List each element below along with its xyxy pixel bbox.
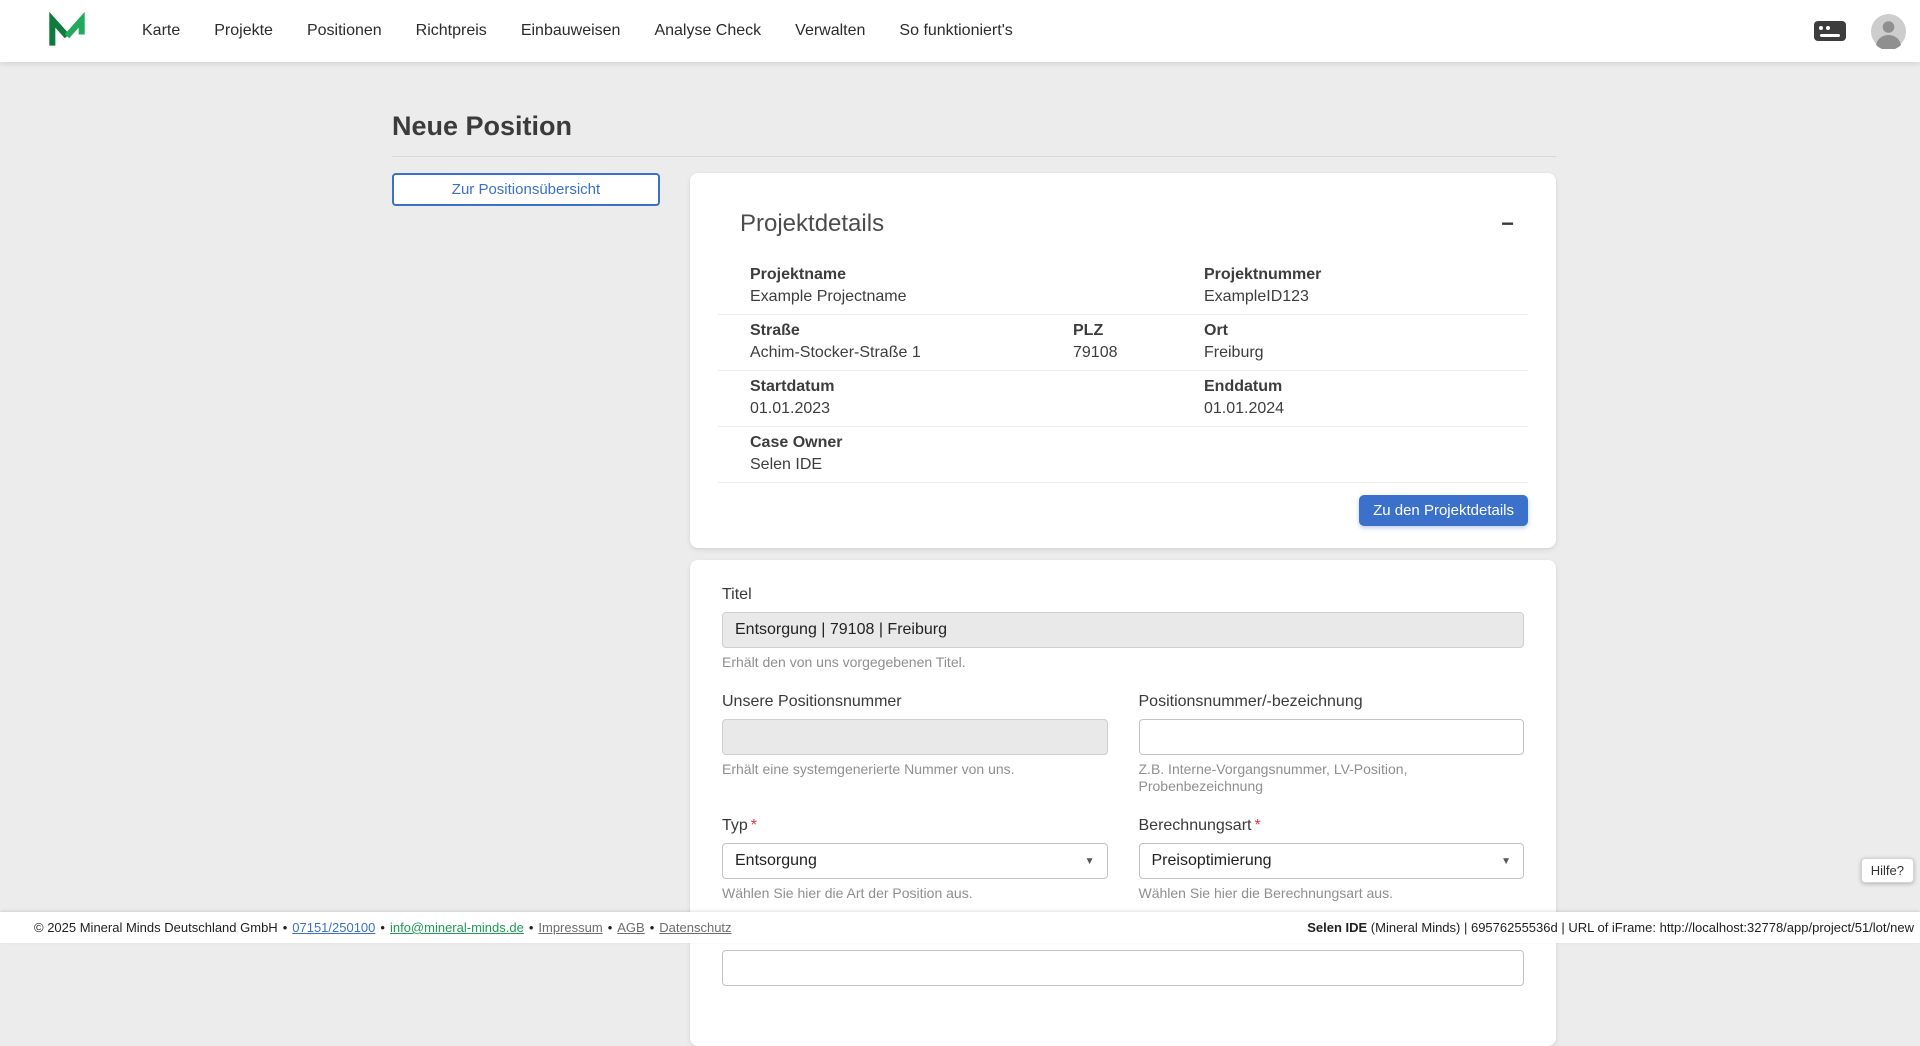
titel-field: Titel Erhält den von uns vorgegebenen Ti… — [722, 586, 1524, 671]
nav-item-karte[interactable]: Karte — [142, 22, 180, 40]
nav-item-so-funktionierts[interactable]: So funktioniert's — [899, 22, 1012, 40]
main-content: Neue Position Zur Positionsübersicht Pro… — [0, 0, 1920, 1046]
typ-select-value: Entsorgung — [735, 852, 817, 870]
footer-links: © 2025 Mineral Minds Deutschland GmbH • … — [34, 920, 732, 935]
datenschutz-link[interactable]: Datenschutz — [659, 920, 731, 935]
startdatum-value: 01.01.2023 — [750, 399, 1204, 419]
enddatum-label: Enddatum — [1204, 377, 1528, 397]
typ-helper: Wählen Sie hier die Art der Position aus… — [722, 885, 1108, 902]
main-nav: Karte Projekte Positionen Richtpreis Ein… — [142, 22, 1013, 40]
separator: • — [283, 920, 288, 935]
chevron-down-icon: ▼ — [1501, 856, 1511, 867]
separator: • — [380, 920, 385, 935]
title-divider — [392, 156, 1556, 157]
projektnummer-value: ExampleID123 — [1204, 287, 1528, 307]
table-row: Startdatum 01.01.2023 Enddatum 01.01.202… — [718, 371, 1528, 427]
ort-label: Ort — [1204, 321, 1528, 341]
positionsnummer-helper: Z.B. Interne-Vorgangsnummer, LV-Position… — [1139, 761, 1525, 795]
startdatum-label: Startdatum — [750, 377, 1204, 397]
titel-input — [722, 612, 1524, 648]
project-details-button[interactable]: Zu den Projektdetails — [1359, 495, 1528, 526]
phone-link[interactable]: 07151/250100 — [292, 920, 375, 935]
logo-icon — [48, 12, 86, 50]
page-title: Neue Position — [392, 110, 1556, 143]
nav-item-einbauweisen[interactable]: Einbauweisen — [521, 22, 621, 40]
unsere-positionsnummer-input — [722, 719, 1108, 755]
impressum-link[interactable]: Impressum — [538, 920, 602, 935]
email-link[interactable]: info@mineral-minds.de — [390, 920, 524, 935]
server-icon[interactable] — [1813, 20, 1847, 42]
user-avatar[interactable] — [1871, 14, 1906, 49]
strasse-value: Achim-Stocker-Straße 1 — [750, 343, 1073, 363]
titel-helper: Erhält den von uns vorgegebenen Titel. — [722, 654, 1524, 671]
logo[interactable] — [48, 12, 86, 50]
session-user: Selen IDE — [1307, 920, 1367, 935]
nav-item-positionen[interactable]: Positionen — [307, 22, 382, 40]
table-row: Case Owner Selen IDE — [718, 427, 1528, 483]
positionsnummer-field: Positionsnummer/-bezeichnung Z.B. Intern… — [1139, 693, 1525, 795]
plz-label: PLZ — [1073, 321, 1204, 341]
berechnungsart-label: Berechnungsart* — [1139, 817, 1525, 835]
titel-label: Titel — [722, 586, 1524, 604]
case-manager-input[interactable] — [722, 950, 1524, 986]
projektname-value: Example Projectname — [750, 287, 1204, 307]
collapse-icon[interactable]: − — [1501, 209, 1514, 239]
nav-item-richtpreis[interactable]: Richtpreis — [416, 22, 487, 40]
plz-value: 79108 — [1073, 343, 1204, 363]
help-button[interactable]: Hilfe? — [1861, 858, 1914, 883]
unsere-positionsnummer-helper: Erhält eine systemgenerierte Nummer von … — [722, 761, 1108, 778]
nav-item-verwalten[interactable]: Verwalten — [795, 22, 865, 40]
person-icon — [1871, 14, 1906, 49]
header-actions — [1813, 14, 1906, 49]
chevron-down-icon: ▼ — [1085, 856, 1095, 867]
separator: • — [608, 920, 613, 935]
session-info: Selen IDE (Mineral Minds) | 69576255536d… — [1307, 920, 1914, 935]
project-details-card: Projektdetails − Projektname Example Pro… — [690, 173, 1556, 548]
footer: © 2025 Mineral Minds Deutschland GmbH • … — [0, 912, 1920, 943]
berechnungsart-select-value: Preisoptimierung — [1152, 852, 1272, 870]
back-to-positions-button[interactable]: Zur Positionsübersicht — [392, 173, 660, 206]
projektname-label: Projektname — [750, 265, 1204, 285]
typ-field: Typ* Entsorgung ▼ Wählen Sie hier die Ar… — [722, 817, 1108, 902]
separator: • — [529, 920, 534, 935]
nav-item-projekte[interactable]: Projekte — [214, 22, 273, 40]
required-asterisk: * — [1254, 817, 1260, 834]
projektnummer-label: Projektnummer — [1204, 265, 1528, 285]
position-form-card: Titel Erhält den von uns vorgegebenen Ti… — [690, 560, 1556, 1046]
project-details-table: Projektname Example Projectname Projektn… — [718, 259, 1528, 483]
left-column: Zur Positionsübersicht — [392, 173, 660, 206]
unsere-positionsnummer-label: Unsere Positionsnummer — [722, 693, 1108, 711]
berechnungsart-field: Berechnungsart* Preisoptimierung ▼ Wähle… — [1139, 817, 1525, 902]
case-owner-label: Case Owner — [750, 433, 1528, 453]
session-details: (Mineral Minds) | 69576255536d | URL of … — [1367, 920, 1914, 935]
typ-label: Typ* — [722, 817, 1108, 835]
typ-select[interactable]: Entsorgung ▼ — [722, 843, 1108, 879]
separator: • — [650, 920, 655, 935]
positionsnummer-label: Positionsnummer/-bezeichnung — [1139, 693, 1525, 711]
agb-link[interactable]: AGB — [617, 920, 644, 935]
table-row: Projektname Example Projectname Projektn… — [718, 259, 1528, 315]
copyright: © 2025 Mineral Minds Deutschland GmbH — [34, 920, 278, 935]
case-owner-value: Selen IDE — [750, 455, 1528, 475]
project-details-title: Projektdetails — [740, 209, 884, 239]
enddatum-value: 01.01.2024 — [1204, 399, 1528, 419]
nav-item-analyse-check[interactable]: Analyse Check — [654, 22, 761, 40]
unsere-positionsnummer-field: Unsere Positionsnummer Erhält eine syste… — [722, 693, 1108, 795]
berechnungsart-helper: Wählen Sie hier die Berechnungsart aus. — [1139, 885, 1525, 902]
berechnungsart-select[interactable]: Preisoptimierung ▼ — [1139, 843, 1525, 879]
table-row: Straße Achim-Stocker-Straße 1 PLZ 79108 … — [718, 315, 1528, 371]
required-asterisk: * — [751, 817, 757, 834]
top-nav: Karte Projekte Positionen Richtpreis Ein… — [0, 0, 1920, 62]
strasse-label: Straße — [750, 321, 1073, 341]
positionsnummer-input[interactable] — [1139, 719, 1525, 755]
ort-value: Freiburg — [1204, 343, 1528, 363]
